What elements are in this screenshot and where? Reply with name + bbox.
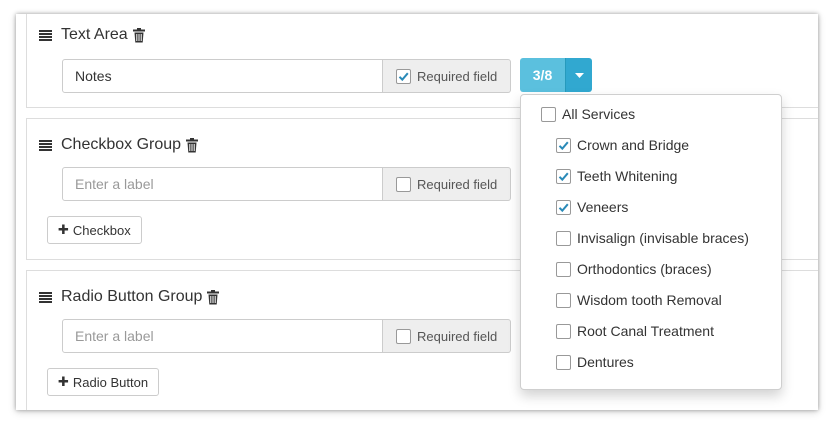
plus-icon: ✚: [58, 374, 69, 389]
section-header: Radio Button Group: [39, 285, 220, 309]
services-dropdown-menu: All Services Crown and Bridge Teeth Whit…: [520, 94, 782, 390]
option-label: Invisalign (invisable braces): [577, 230, 749, 246]
section-header: Text Area: [39, 23, 145, 47]
add-radio-button[interactable]: ✚ Radio Button: [47, 368, 160, 396]
caret-down-icon[interactable]: [565, 58, 592, 92]
required-toggle[interactable]: Required field: [383, 59, 511, 93]
option-label: Wisdom tooth Removal: [577, 292, 722, 308]
service-option[interactable]: Teeth Whitening: [556, 166, 677, 186]
selected-count[interactable]: 3/8: [520, 58, 565, 92]
option-checkbox[interactable]: [556, 230, 571, 246]
service-option[interactable]: Invisalign (invisable braces): [556, 228, 749, 248]
service-option[interactable]: Root Canal Treatment: [556, 321, 714, 341]
required-label: Required field: [417, 176, 498, 192]
drag-handle-icon[interactable]: [39, 291, 52, 303]
service-option[interactable]: Wisdom tooth Removal: [556, 290, 722, 310]
label-input[interactable]: [62, 167, 383, 201]
label-input-group: Required field: [62, 319, 511, 353]
section-title: Radio Button Group: [61, 288, 203, 305]
drag-handle-icon[interactable]: [39, 139, 52, 151]
add-button-label: Checkbox: [72, 222, 131, 238]
option-checkbox[interactable]: [556, 323, 571, 339]
label-input-group: Required field: [62, 59, 511, 93]
option-label: Dentures: [577, 354, 634, 370]
section-title: Checkbox Group: [61, 136, 182, 153]
trash-icon[interactable]: [207, 289, 220, 305]
trash-icon[interactable]: [186, 137, 199, 153]
label-input-group: Required field: [62, 167, 511, 201]
plus-icon: ✚: [58, 222, 69, 237]
add-checkbox-button[interactable]: ✚ Checkbox: [47, 216, 142, 244]
service-option[interactable]: Crown and Bridge: [556, 135, 689, 155]
select-all-option[interactable]: All Services: [541, 104, 635, 124]
option-checkbox[interactable]: [556, 354, 571, 370]
option-checkbox[interactable]: [556, 168, 571, 184]
required-checkbox[interactable]: [396, 176, 411, 192]
option-label: Orthodontics (braces): [577, 261, 712, 277]
option-label: Teeth Whitening: [577, 168, 678, 184]
option-label: Root Canal Treatment: [577, 323, 714, 339]
option-checkbox[interactable]: [556, 261, 571, 277]
service-option[interactable]: Veneers: [556, 197, 628, 217]
trash-icon[interactable]: [132, 27, 145, 43]
service-option[interactable]: Orthodontics (braces): [556, 259, 712, 279]
service-option[interactable]: Dentures: [556, 352, 634, 372]
label-input[interactable]: [62, 319, 383, 353]
required-toggle[interactable]: Required field: [383, 319, 511, 353]
required-label: Required field: [417, 328, 498, 344]
add-button-label: Radio Button: [72, 374, 149, 390]
drag-handle-icon[interactable]: [39, 29, 52, 41]
option-checkbox[interactable]: [556, 137, 571, 153]
select-all-checkbox[interactable]: [541, 106, 556, 122]
form-builder-panel: Text Area Required field Checkbox Group: [16, 14, 818, 410]
required-toggle[interactable]: Required field: [383, 167, 511, 201]
option-label: All Services: [562, 106, 636, 122]
required-label: Required field: [417, 68, 498, 84]
label-input[interactable]: [62, 59, 383, 93]
section-header: Checkbox Group: [39, 133, 199, 157]
option-label: Crown and Bridge: [577, 137, 690, 153]
option-checkbox[interactable]: [556, 292, 571, 308]
required-checkbox[interactable]: [396, 328, 411, 344]
section-title: Text Area: [61, 26, 128, 43]
option-label: Veneers: [577, 199, 629, 215]
required-checkbox[interactable]: [396, 68, 411, 84]
services-multiselect-button[interactable]: 3/8: [520, 58, 592, 92]
option-checkbox[interactable]: [556, 199, 571, 215]
